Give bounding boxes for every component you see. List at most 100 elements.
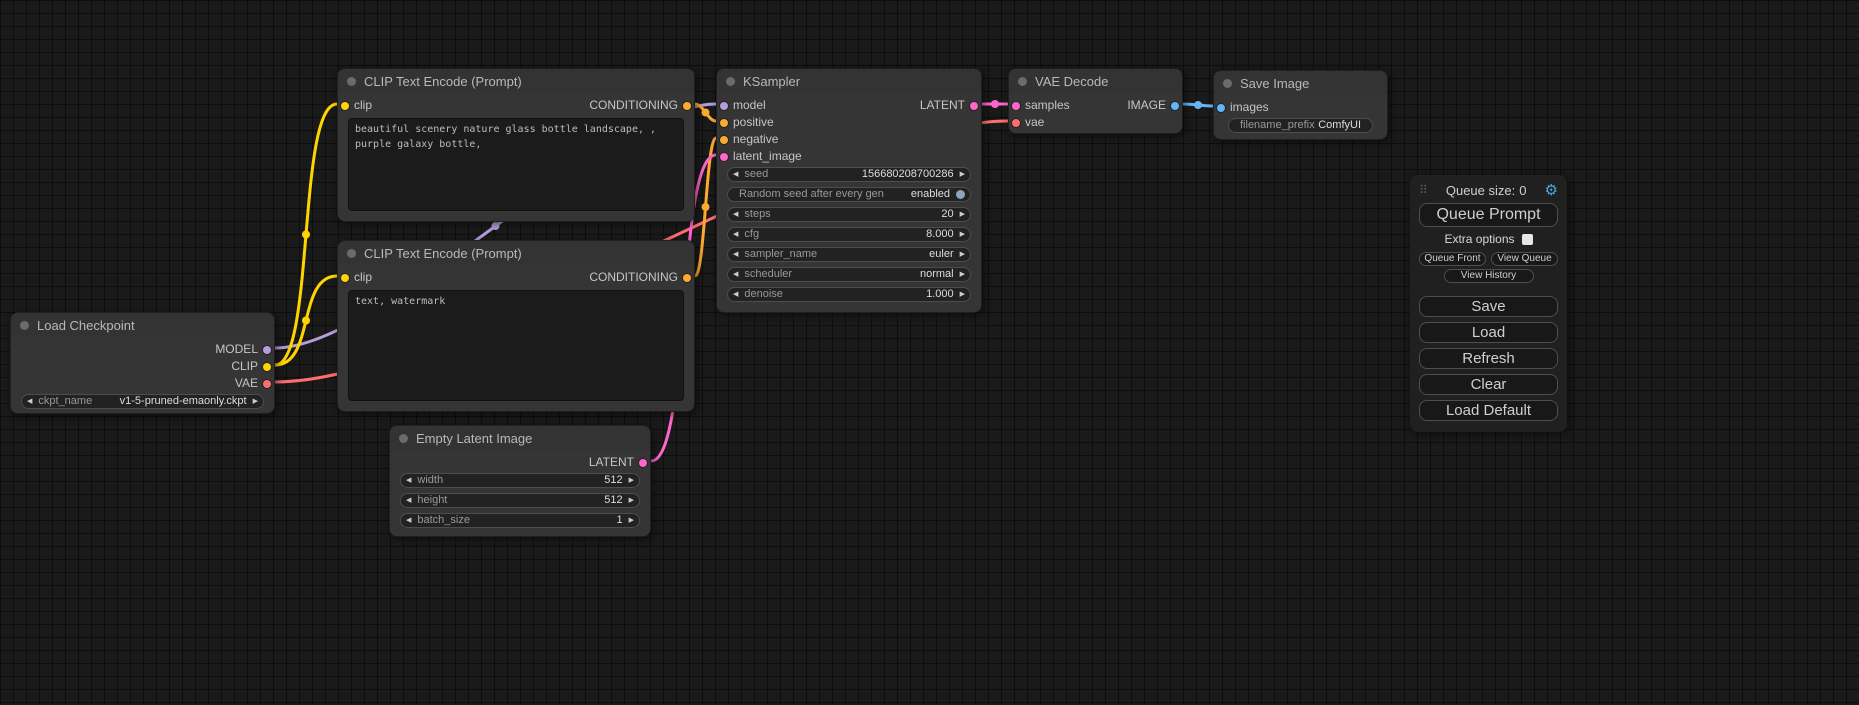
save-button[interactable]: Save [1419, 296, 1558, 317]
node-load-checkpoint[interactable]: Load Checkpoint MODEL CLIP VAE ◀ ckpt_na… [10, 312, 275, 414]
view-history-button[interactable]: View History [1444, 269, 1534, 283]
widget-value: normal [920, 268, 954, 281]
arrow-left-icon[interactable]: ◀ [406, 514, 411, 527]
node-title-bar[interactable]: Save Image [1214, 71, 1387, 95]
drag-handle-icon[interactable]: ⠿ [1419, 183, 1428, 197]
output-slot-model[interactable] [263, 346, 271, 354]
input-slot-latent-image[interactable] [720, 153, 728, 161]
gear-icon[interactable]: ⚙ [1545, 181, 1558, 199]
prompt-textarea[interactable]: text, watermark [348, 290, 684, 401]
queue-prompt-button[interactable]: Queue Prompt [1419, 203, 1558, 227]
widget-sampler-name[interactable]: ◀ sampler_name euler ▶ [727, 247, 971, 262]
widget-value: enabled [911, 188, 950, 201]
arrow-right-icon[interactable]: ▶ [629, 494, 634, 507]
arrow-left-icon[interactable]: ◀ [733, 248, 738, 261]
arrow-right-icon[interactable]: ▶ [960, 248, 965, 261]
widget-batch-size[interactable]: ◀ batch_size 1 ▶ [400, 513, 640, 528]
output-slot-latent[interactable] [639, 459, 647, 467]
output-slot-conditioning[interactable] [683, 274, 691, 282]
arrow-left-icon[interactable]: ◀ [733, 208, 738, 221]
node-title-bar[interactable]: KSampler [717, 69, 981, 93]
node-title: Load Checkpoint [37, 318, 135, 333]
widget-filename-prefix[interactable]: filename_prefix ComfyUI [1228, 118, 1373, 133]
widget-scheduler[interactable]: ◀ scheduler normal ▶ [727, 267, 971, 282]
widget-height[interactable]: ◀ height 512 ▶ [400, 493, 640, 508]
arrow-left-icon[interactable]: ◀ [406, 494, 411, 507]
input-slot-vae[interactable] [1012, 119, 1020, 127]
input-slot-negative[interactable] [720, 136, 728, 144]
node-title-bar[interactable]: VAE Decode [1009, 69, 1182, 93]
node-empty-latent-image[interactable]: Empty Latent Image LATENT ◀ width 512 ▶ … [389, 425, 651, 537]
input-slot-clip[interactable] [341, 102, 349, 110]
widget-value: v1-5-pruned-emaonly.ckpt [120, 395, 247, 408]
input-slot-samples[interactable] [1012, 102, 1020, 110]
collapse-dot-icon[interactable] [347, 249, 356, 258]
arrow-left-icon[interactable]: ◀ [733, 268, 738, 281]
widget-cfg[interactable]: ◀ cfg 8.000 ▶ [727, 227, 971, 242]
arrow-left-icon[interactable]: ◀ [733, 168, 738, 181]
input-label-clip: clip [354, 269, 372, 286]
output-label-vae: VAE [235, 375, 258, 392]
widget-seed[interactable]: ◀ seed 156680208700286 ▶ [727, 167, 971, 182]
queue-front-button[interactable]: Queue Front [1419, 252, 1486, 266]
arrow-right-icon[interactable]: ▶ [960, 268, 965, 281]
widget-ckpt-name[interactable]: ◀ ckpt_name v1-5-pruned-emaonly.ckpt ▶ [21, 394, 264, 409]
arrow-right-icon[interactable]: ▶ [960, 288, 965, 301]
output-slot-latent[interactable] [970, 102, 978, 110]
node-title-bar[interactable]: CLIP Text Encode (Prompt) [338, 241, 694, 265]
node-title-bar[interactable]: Load Checkpoint [11, 313, 274, 337]
extra-options-checkbox[interactable] [1522, 234, 1533, 245]
node-vae-decode[interactable]: VAE Decode samples IMAGE vae [1008, 68, 1183, 134]
view-queue-button[interactable]: View Queue [1491, 252, 1558, 266]
arrow-right-icon[interactable]: ▶ [960, 228, 965, 241]
widget-value: 512 [604, 474, 622, 487]
load-default-button[interactable]: Load Default [1419, 400, 1558, 421]
node-title-bar[interactable]: CLIP Text Encode (Prompt) [338, 69, 694, 93]
widget-value: 20 [941, 208, 953, 221]
collapse-dot-icon[interactable] [1223, 79, 1232, 88]
input-slot-clip[interactable] [341, 274, 349, 282]
arrow-right-icon[interactable]: ▶ [629, 474, 634, 487]
input-label-samples: samples [1025, 97, 1070, 114]
output-slot-vae[interactable] [263, 380, 271, 388]
widget-value: 156680208700286 [862, 168, 954, 181]
node-clip-text-encode-positive[interactable]: CLIP Text Encode (Prompt) clip CONDITION… [337, 68, 695, 222]
node-save-image[interactable]: Save Image images filename_prefix ComfyU… [1213, 70, 1388, 140]
collapse-dot-icon[interactable] [20, 321, 29, 330]
collapse-dot-icon[interactable] [1018, 77, 1027, 86]
output-slot-clip[interactable] [263, 363, 271, 371]
arrow-left-icon[interactable]: ◀ [27, 395, 32, 408]
arrow-left-icon[interactable]: ◀ [733, 288, 738, 301]
node-ksampler[interactable]: KSampler model LATENT positive negative … [716, 68, 982, 313]
input-slot-positive[interactable] [720, 119, 728, 127]
node-graph-canvas[interactable]: Load Checkpoint MODEL CLIP VAE ◀ ckpt_na… [0, 0, 1859, 705]
queue-size-status: Queue size:0 [1446, 183, 1527, 198]
collapse-dot-icon[interactable] [399, 434, 408, 443]
widget-denoise[interactable]: ◀ denoise 1.000 ▶ [727, 287, 971, 302]
widget-steps[interactable]: ◀ steps 20 ▶ [727, 207, 971, 222]
arrow-right-icon[interactable]: ▶ [960, 208, 965, 221]
arrow-right-icon[interactable]: ▶ [629, 514, 634, 527]
toggle-icon[interactable] [956, 190, 965, 199]
load-button[interactable]: Load [1419, 322, 1558, 343]
widget-random-seed[interactable]: Random seed after every gen enabled [727, 187, 971, 202]
node-clip-text-encode-negative[interactable]: CLIP Text Encode (Prompt) clip CONDITION… [337, 240, 695, 412]
arrow-left-icon[interactable]: ◀ [406, 474, 411, 487]
input-slot-model[interactable] [720, 102, 728, 110]
widget-label: Random seed after every gen [739, 188, 884, 201]
arrow-left-icon[interactable]: ◀ [733, 228, 738, 241]
clear-button[interactable]: Clear [1419, 374, 1558, 395]
comfy-menu-panel[interactable]: ⠿ Queue size:0 ⚙ Queue Prompt Extra opti… [1410, 175, 1567, 432]
prompt-textarea[interactable]: beautiful scenery nature glass bottle la… [348, 118, 684, 211]
collapse-dot-icon[interactable] [726, 77, 735, 86]
output-label-clip: CLIP [231, 358, 258, 375]
refresh-button[interactable]: Refresh [1419, 348, 1558, 369]
output-slot-conditioning[interactable] [683, 102, 691, 110]
arrow-right-icon[interactable]: ▶ [253, 395, 258, 408]
input-slot-images[interactable] [1217, 104, 1225, 112]
node-title-bar[interactable]: Empty Latent Image [390, 426, 650, 450]
collapse-dot-icon[interactable] [347, 77, 356, 86]
output-slot-image[interactable] [1171, 102, 1179, 110]
widget-width[interactable]: ◀ width 512 ▶ [400, 473, 640, 488]
arrow-right-icon[interactable]: ▶ [960, 168, 965, 181]
